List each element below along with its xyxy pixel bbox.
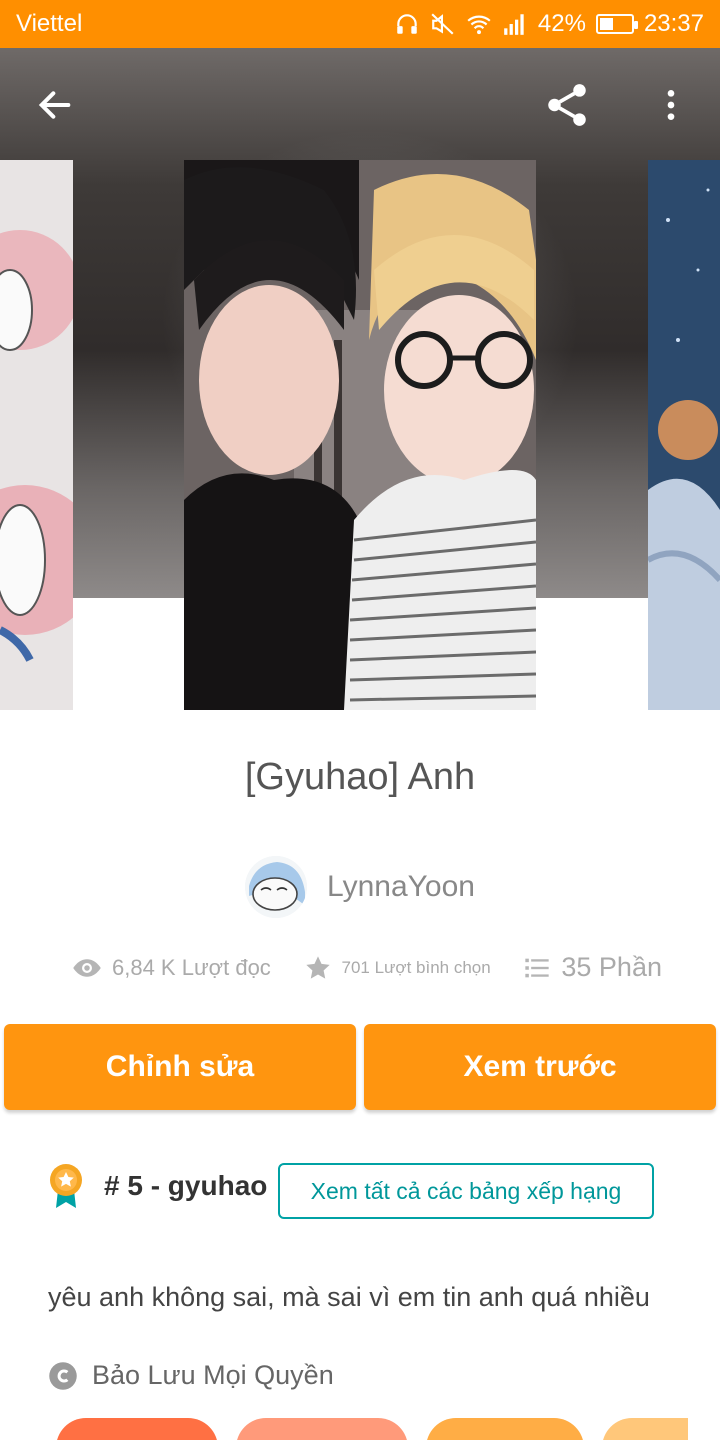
story-description: yêu anh không sai, mà sai vì em tin anh …	[48, 1282, 650, 1312]
copyright-icon	[49, 1361, 77, 1390]
arrow-left-icon	[38, 91, 71, 119]
headphones-icon	[397, 14, 417, 34]
mute-icon	[431, 13, 454, 35]
reads-stat: 6,84 K Lượt đọc	[72, 953, 271, 983]
back-button[interactable]	[30, 80, 80, 130]
ranking-row: # 5 - gyuhao	[48, 1162, 267, 1210]
all-rankings-button[interactable]: Xem tất cả các bảng xếp hạng	[278, 1163, 654, 1219]
author-row[interactable]: LynnaYoon	[0, 856, 720, 918]
battery-icon	[595, 14, 638, 34]
share-icon	[548, 84, 586, 126]
tag-chip[interactable]	[56, 1418, 218, 1440]
more-vertical-icon	[667, 90, 675, 120]
battery-percent: 42%	[537, 10, 586, 37]
more-button[interactable]	[646, 80, 696, 130]
medal-icon	[50, 1164, 82, 1208]
reads-count: 6,84 K Lượt đọc	[112, 954, 271, 980]
parts-count: 35 Phần	[561, 952, 662, 982]
story-title: [Gyuhao] Anh	[244, 756, 476, 798]
ranking-label: # 5 - gyuhao	[104, 1170, 268, 1201]
status-icons: 42% 23:37	[394, 10, 704, 38]
avatar[interactable]	[245, 856, 308, 918]
story-cover[interactable]	[184, 160, 536, 710]
votes-stat: 701 Lượt bình chọn	[304, 954, 491, 982]
story-stats: 6,84 K Lượt đọc 701 Lượt bình chọn 35 Ph…	[72, 952, 662, 983]
tag-list	[56, 1418, 688, 1440]
signal-icon	[504, 14, 524, 35]
parts-stat: 35 Phần	[523, 952, 662, 983]
clock: 23:37	[643, 10, 704, 37]
previous-story-cover[interactable]	[0, 160, 73, 710]
tag-chip[interactable]	[602, 1418, 688, 1440]
votes-count: 701 Lượt bình chọn	[341, 957, 491, 977]
author-name[interactable]: LynnaYoon	[327, 870, 475, 904]
status-bar: Viettel 42% 23:37	[0, 0, 720, 48]
preview-button[interactable]: Xem trước	[364, 1024, 716, 1110]
star-icon	[305, 955, 330, 979]
edit-button[interactable]: Chỉnh sửa	[4, 1024, 356, 1110]
share-button[interactable]	[542, 80, 592, 130]
cover-photo	[184, 160, 536, 710]
copyright-row: Bảo Lưu Mọi Quyền	[48, 1360, 334, 1391]
cover-illustration	[648, 160, 720, 710]
copyright-label: Bảo Lưu Mọi Quyền	[92, 1360, 334, 1390]
wifi-icon	[467, 15, 491, 35]
cover-illustration	[0, 160, 73, 710]
next-story-cover[interactable]	[648, 160, 720, 710]
avatar-image	[245, 856, 308, 918]
tag-chip[interactable]	[236, 1418, 408, 1440]
tag-chip[interactable]	[426, 1418, 584, 1440]
list-icon	[525, 958, 550, 977]
carrier-name: Viettel	[16, 10, 83, 37]
eye-icon	[73, 958, 101, 977]
